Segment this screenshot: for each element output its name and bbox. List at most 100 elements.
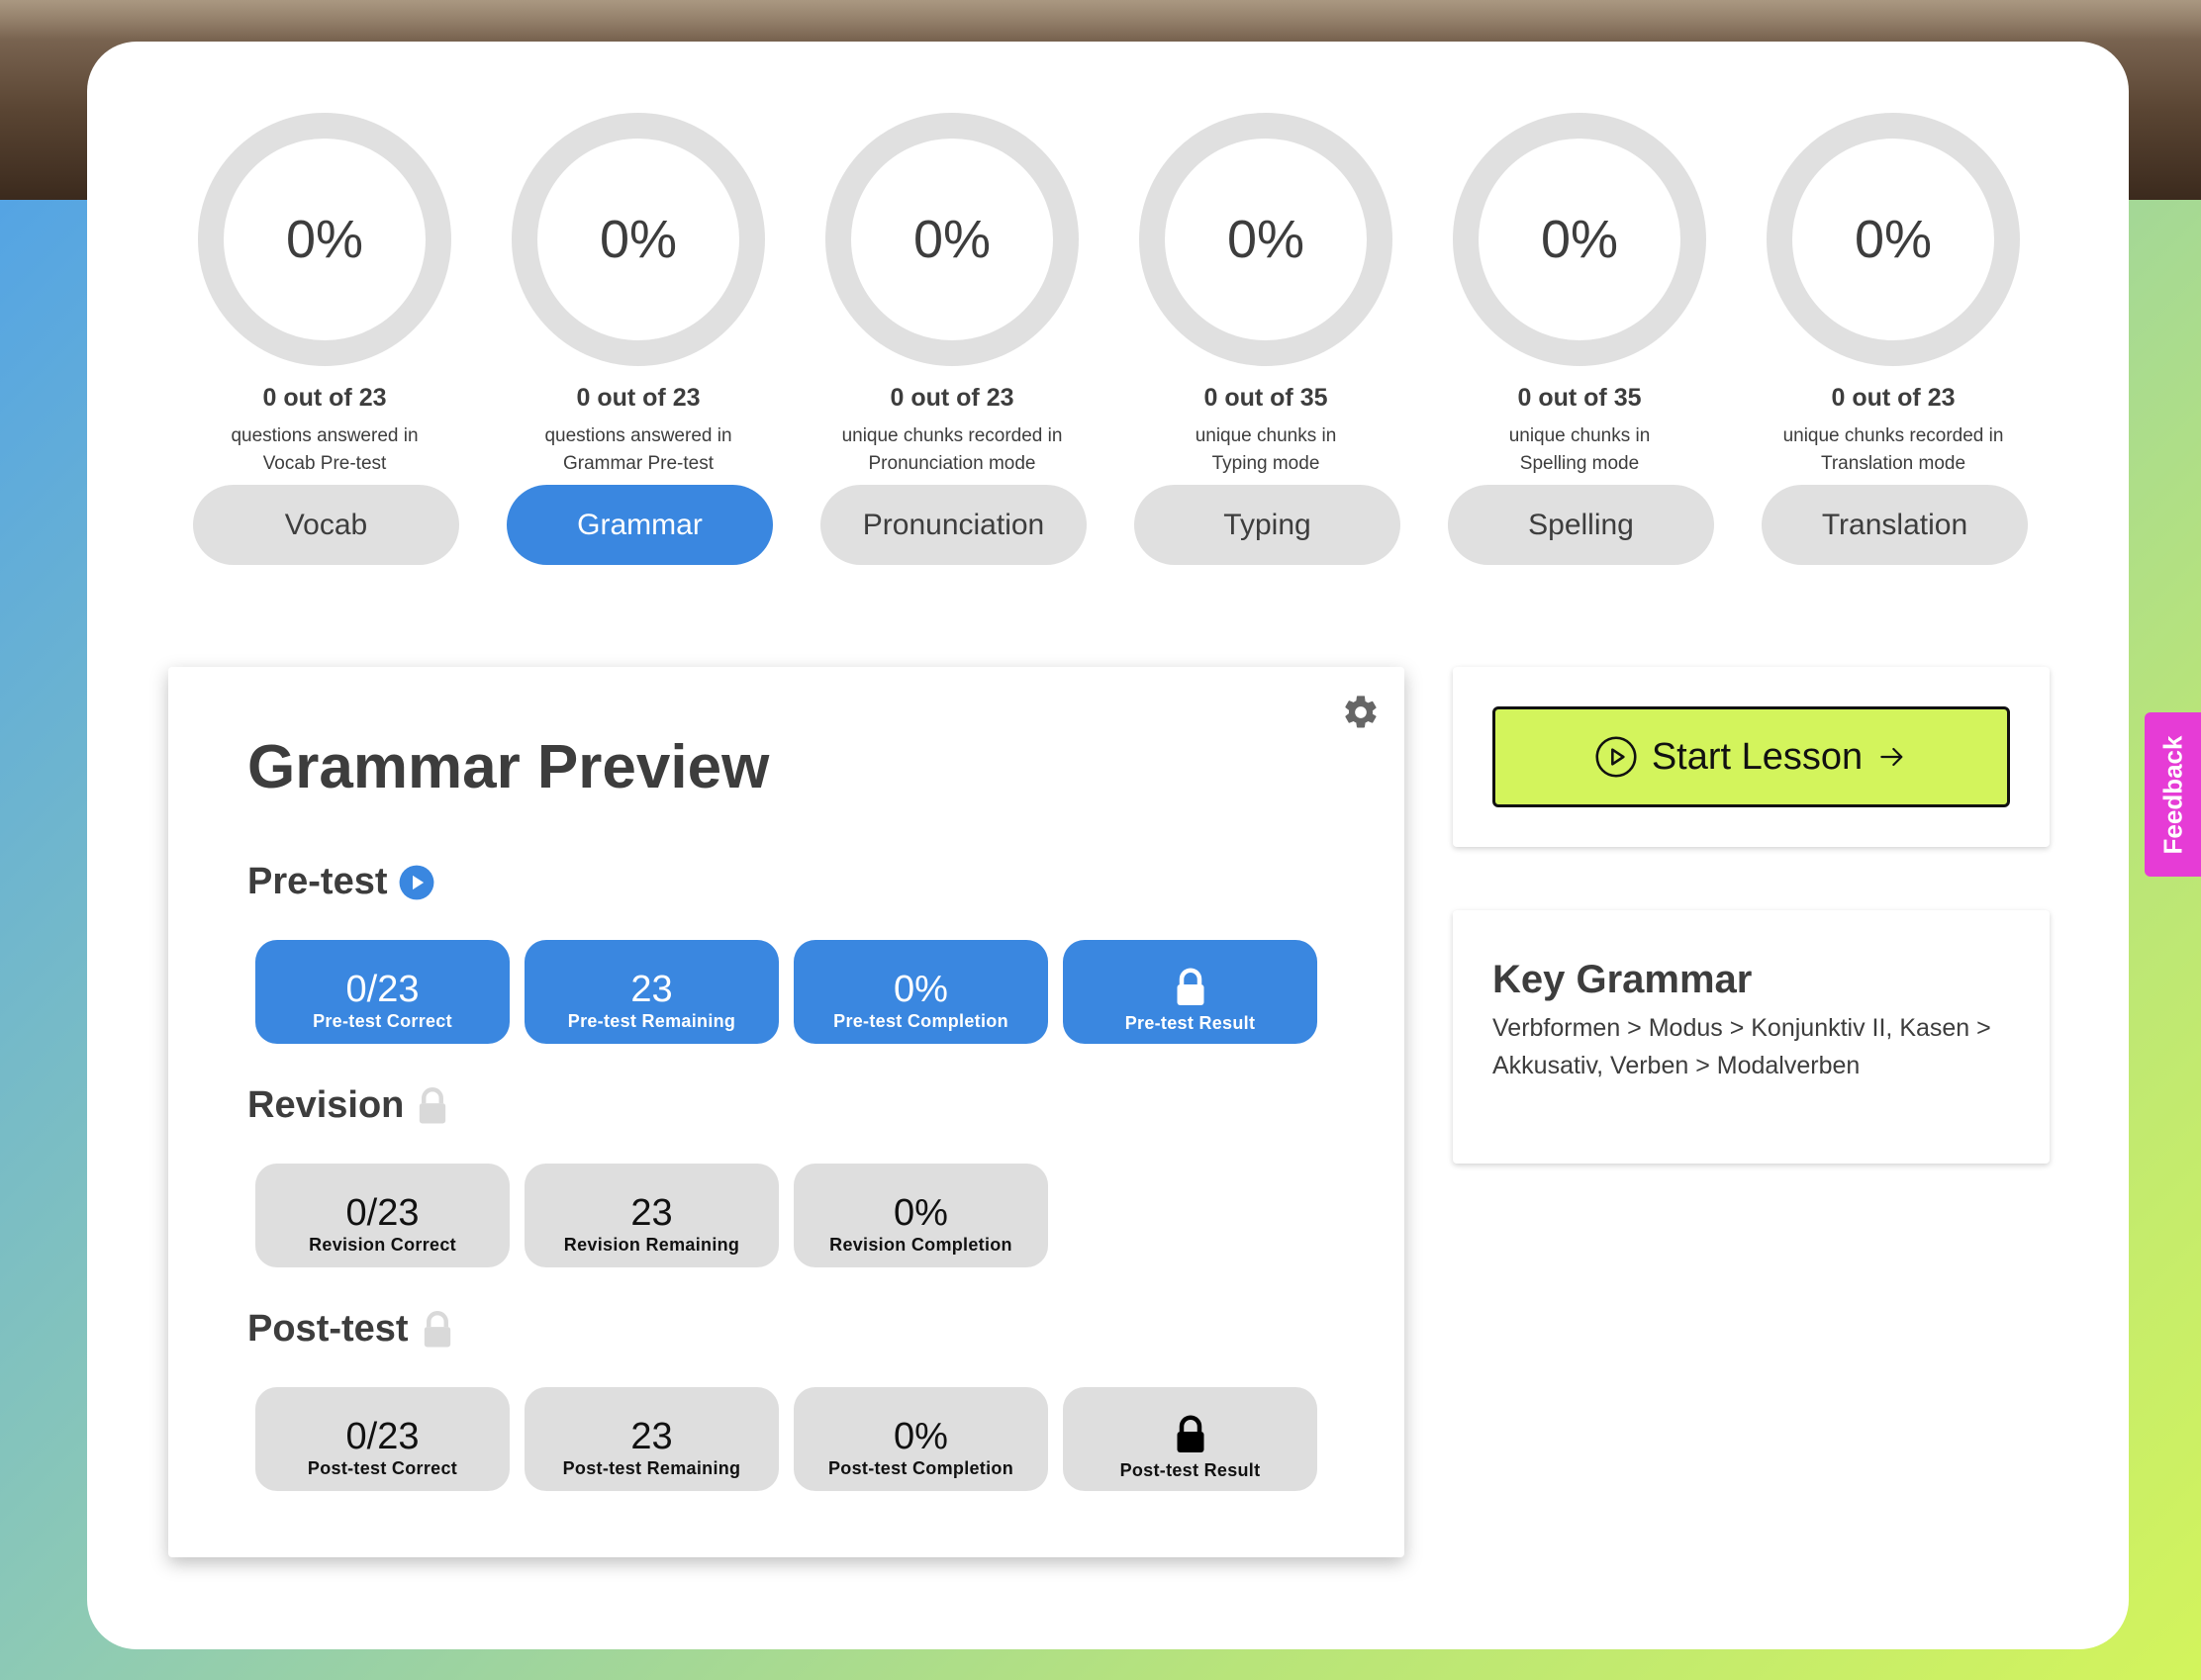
pretest-result-stat[interactable]: Pre-test Result	[1063, 940, 1317, 1044]
progress-pronunciation: 0% 0 out of 23 unique chunks recorded in…	[817, 113, 1087, 478]
progress-percent: 0%	[1226, 210, 1305, 269]
grammar-preview-card: Grammar Preview Pre-test 0/23 Pre-test C…	[168, 667, 1404, 1557]
mode-button-spelling[interactable]: Spelling	[1448, 485, 1714, 565]
stat-label: Pre-test Completion	[833, 1011, 1008, 1031]
posttest-heading: Post-test	[247, 1308, 456, 1351]
progress-count: 0 out of 23	[890, 384, 1014, 412]
progress-ring: 0%	[1139, 113, 1392, 366]
stat-label: Pre-test Correct	[313, 1011, 452, 1031]
progress-percent: 0%	[599, 210, 678, 269]
progress-count: 0 out of 35	[1517, 384, 1642, 412]
progress-desc-line2: Spelling mode	[1519, 453, 1640, 474]
pretest-heading-label: Pre-test	[247, 861, 388, 902]
progress-description: unique chunks recorded in Pronunciation m…	[817, 422, 1087, 478]
lock-icon	[420, 1086, 446, 1124]
revision-completion-stat: 0% Revision Completion	[794, 1164, 1048, 1267]
mode-button-translation[interactable]: Translation	[1762, 485, 2028, 565]
feedback-tab[interactable]: Feedback	[2145, 712, 2201, 877]
lock-icon	[1177, 1415, 1203, 1452]
posttest-remaining-stat: 23 Post-test Remaining	[525, 1387, 779, 1491]
progress-spelling: 0% 0 out of 35 unique chunks in Spelling …	[1445, 113, 1714, 478]
progress-count: 0 out of 23	[576, 384, 701, 412]
pretest-remaining-stat: 23 Pre-test Remaining	[525, 940, 779, 1044]
posttest-completion-stat: 0% Post-test Completion	[794, 1387, 1048, 1491]
start-lesson-label: Start Lesson	[1651, 735, 1864, 778]
progress-count: 0 out of 23	[1831, 384, 1956, 412]
progress-description: questions answered in Vocab Pre-test	[190, 422, 459, 478]
stat-value: 0%	[894, 1192, 948, 1234]
revision-heading-label: Revision	[247, 1084, 405, 1126]
start-lesson-button[interactable]: Start Lesson	[1492, 706, 2010, 807]
preview-title: Grammar Preview	[247, 733, 770, 801]
progress-percent: 0%	[1854, 210, 1933, 269]
arrow-right-icon	[1880, 747, 1903, 767]
progress-typing: 0% 0 out of 35 unique chunks in Typing mo…	[1131, 113, 1400, 478]
progress-ring: 0%	[512, 113, 765, 366]
mode-button-typing[interactable]: Typing	[1134, 485, 1400, 565]
stat-value: 0/23	[345, 1416, 420, 1457]
progress-grammar: 0% 0 out of 23 questions answered in Gram…	[504, 113, 773, 478]
stat-value: 0/23	[345, 969, 420, 1010]
progress-ring: 0%	[1453, 113, 1706, 366]
progress-percent: 0%	[1540, 210, 1619, 269]
stat-value: 0%	[894, 969, 948, 1010]
key-grammar-title: Key Grammar	[1492, 958, 1753, 1001]
start-lesson-card: Start Lesson	[1453, 667, 2050, 847]
revision-heading: Revision	[247, 1084, 451, 1127]
play-circle-icon[interactable]	[398, 864, 435, 901]
stat-label: Revision Completion	[829, 1235, 1012, 1255]
progress-description: unique chunks in Spelling mode	[1445, 422, 1714, 478]
stat-value: 23	[630, 1416, 673, 1457]
stat-label: Post-test Correct	[307, 1458, 458, 1478]
stat-label: Revision Correct	[309, 1235, 456, 1255]
stat-label: Revision Remaining	[563, 1235, 740, 1255]
progress-desc-line2: Translation mode	[1820, 453, 1966, 474]
stat-label: Pre-test Result	[1124, 1013, 1256, 1033]
revision-correct-stat: 0/23 Revision Correct	[255, 1164, 510, 1267]
progress-ring: 0%	[1767, 113, 2020, 366]
progress-description: questions answered in Grammar Pre-test	[504, 422, 773, 478]
progress-description: unique chunks in Typing mode	[1131, 422, 1400, 478]
posttest-correct-stat: 0/23 Post-test Correct	[255, 1387, 510, 1491]
progress-percent: 0%	[912, 210, 992, 269]
feedback-label: Feedback	[2157, 735, 2188, 854]
progress-desc-line2: Vocab Pre-test	[262, 453, 387, 474]
progress-percent: 0%	[285, 210, 364, 269]
progress-description: unique chunks recorded in Translation mod…	[1759, 422, 2028, 478]
progress-desc-line2: Typing mode	[1211, 453, 1320, 474]
progress-desc-line2: Grammar Pre-test	[562, 453, 715, 474]
revision-remaining-stat: 23 Revision Remaining	[525, 1164, 779, 1267]
progress-desc-line1: unique chunks recorded in	[841, 425, 1063, 446]
stat-value: 23	[630, 1192, 673, 1234]
stat-label: Post-test Remaining	[562, 1458, 741, 1478]
main-card: 0% 0 out of 23 questions answered in Voca…	[87, 42, 2129, 1649]
key-grammar-body: Verbformen > Modus > Konjunktiv II, Kase…	[1492, 1014, 1991, 1079]
posttest-result-stat[interactable]: Post-test Result	[1063, 1387, 1317, 1491]
stat-label: Post-test Result	[1119, 1460, 1261, 1480]
gear-icon[interactable]	[1341, 693, 1381, 732]
lock-icon	[1177, 968, 1203, 1005]
stat-value: 23	[630, 969, 673, 1010]
stat-label: Pre-test Remaining	[567, 1011, 736, 1031]
mode-button-grammar[interactable]: Grammar	[507, 485, 773, 565]
pretest-correct-stat: 0/23 Pre-test Correct	[255, 940, 510, 1044]
lock-icon	[424, 1310, 450, 1348]
progress-desc-line1: unique chunks recorded in	[1782, 425, 2004, 446]
mode-button-vocab[interactable]: Vocab	[193, 485, 459, 565]
progress-count: 0 out of 23	[262, 384, 387, 412]
pretest-completion-stat: 0% Pre-test Completion	[794, 940, 1048, 1044]
stat-label: Post-test Completion	[827, 1458, 1013, 1478]
posttest-heading-label: Post-test	[247, 1308, 409, 1350]
progress-desc-line1: questions answered in	[231, 425, 419, 446]
progress-desc-line1: questions answered in	[544, 425, 732, 446]
stat-value: 0/23	[345, 1192, 420, 1234]
play-circle-icon	[1595, 736, 1637, 778]
stat-value: 0%	[894, 1416, 948, 1457]
progress-ring: 0%	[825, 113, 1079, 366]
mode-button-pronunciation[interactable]: Pronunciation	[820, 485, 1087, 565]
progress-translation: 0% 0 out of 23 unique chunks recorded in…	[1759, 113, 2028, 478]
pretest-heading: Pre-test	[247, 861, 435, 903]
key-grammar-card: Key Grammar Verbformen > Modus > Konjunk…	[1453, 910, 2050, 1164]
progress-count: 0 out of 35	[1203, 384, 1328, 412]
progress-ring: 0%	[198, 113, 451, 366]
